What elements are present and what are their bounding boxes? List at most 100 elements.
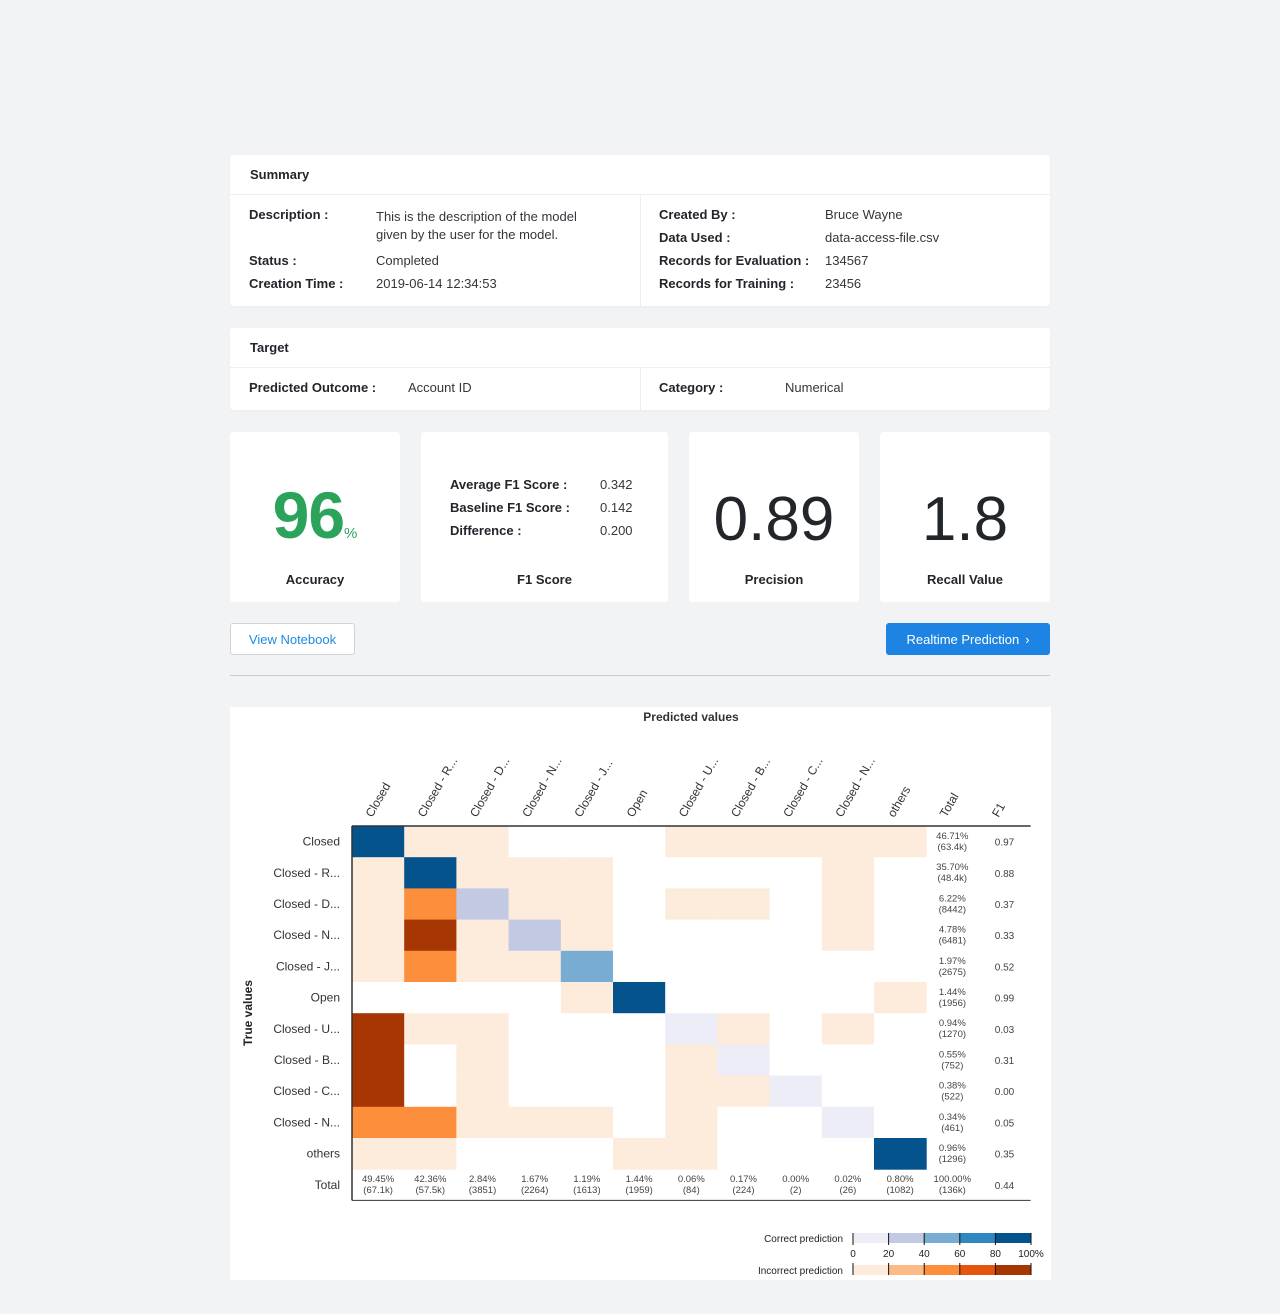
row-total-count: (2675) — [939, 967, 966, 978]
legend-tick-label: 40 — [919, 1249, 931, 1260]
matrix-cell — [508, 1075, 562, 1108]
matrix-cell — [821, 1138, 875, 1170]
legend-incorrect-label: Incorrect prediction — [758, 1266, 843, 1277]
creation-time-value: 2019-06-14 12:34:53 — [376, 276, 497, 291]
row-label: Closed - B... — [274, 1053, 340, 1067]
created-by-value: Bruce Wayne — [825, 207, 903, 222]
legend-tick-label: 60 — [954, 1249, 966, 1260]
f1-label: F1 Score — [517, 572, 572, 587]
status-value: Completed — [376, 253, 439, 268]
confusion-matrix-chart: Predicted values True values Closed Closed … — [241, 710, 1044, 1277]
matrix-cell — [717, 1075, 771, 1108]
matrix-cell — [717, 1044, 771, 1077]
data-used-value: data-access-file.csv — [825, 230, 940, 245]
legend-incorrect-swatch — [888, 1265, 925, 1275]
legend-correct-swatch — [959, 1233, 996, 1243]
f1-value: 0.31 — [995, 1056, 1015, 1067]
column-total-percent: 42.36% — [414, 1174, 447, 1185]
matrix-cell — [456, 1044, 510, 1077]
matrix-cell — [665, 1013, 718, 1045]
description-row: Description : This is the description of… — [249, 206, 629, 246]
column-total-count: (224) — [732, 1185, 754, 1196]
matrix-cell — [404, 1138, 457, 1170]
y-axis-label: True values — [241, 980, 255, 1046]
status-row: Status : Completed — [249, 252, 629, 270]
category-label: Category : — [659, 380, 724, 395]
matrix-cell — [352, 1106, 405, 1139]
column-total-count: (1959) — [625, 1185, 652, 1196]
column-header: Closed - C... — [780, 755, 825, 820]
column-header: Closed — [363, 780, 394, 819]
row-total-count: (63.4k) — [938, 842, 968, 853]
accuracy-label: Accuracy — [285, 572, 345, 587]
realtime-prediction-label: Realtime Prediction — [906, 631, 1020, 647]
matrix-cell — [560, 1075, 614, 1108]
matrix-cell — [613, 857, 666, 889]
accuracy-unit: % — [344, 525, 358, 542]
matrix-cell — [560, 1013, 614, 1045]
records-train-row: Records for Training : 23456 — [659, 275, 1039, 293]
matrix-cell — [717, 1106, 771, 1139]
matrix-cell — [717, 857, 771, 889]
matrix-cell — [560, 982, 614, 1014]
matrix-cell — [613, 982, 666, 1014]
view-notebook-button[interactable]: View Notebook — [230, 623, 355, 655]
matrix-cell — [769, 888, 823, 921]
column-total-percent: 1.19% — [573, 1174, 600, 1185]
matrix-cell — [560, 1106, 614, 1139]
matrix-cell — [769, 919, 823, 952]
row-label: Closed — [303, 835, 340, 849]
legend-incorrect-swatch — [959, 1265, 996, 1275]
matrix-cell — [717, 982, 771, 1014]
description-label: Description : — [249, 207, 329, 222]
matrix-cell — [352, 1013, 405, 1045]
matrix-cell — [613, 950, 666, 983]
matrix-cell — [821, 1075, 875, 1108]
creation-time-label: Creation Time : — [249, 276, 344, 291]
status-label: Status : — [249, 253, 297, 268]
f1-value: 0.35 — [995, 1150, 1015, 1161]
column-total-percent: 49.45% — [362, 1174, 395, 1185]
matrix-cell — [665, 1075, 718, 1108]
matrix-cell — [404, 919, 457, 952]
row-total-count: (522) — [941, 1092, 963, 1103]
matrix-cell — [560, 857, 614, 889]
f1-value: 0.52 — [995, 962, 1015, 973]
row-label: Closed - N... — [273, 1115, 340, 1129]
records-train-label: Records for Training : — [659, 276, 795, 291]
row-label: Closed - C... — [273, 1084, 340, 1098]
matrix-cell — [874, 1044, 927, 1077]
matrix-cell — [508, 826, 562, 858]
realtime-prediction-button[interactable]: Realtime Prediction › — [886, 623, 1050, 655]
matrix-cell — [613, 1138, 666, 1170]
legend-correct-swatch — [888, 1233, 925, 1243]
summary-card: Summary Description : This is the descri… — [230, 155, 1050, 306]
matrix-cell — [769, 826, 823, 858]
matrix-cell — [769, 982, 823, 1014]
matrix-cell — [665, 982, 718, 1014]
matrix-cell — [665, 857, 718, 889]
column-header: Closed - N... — [519, 755, 564, 820]
legend-correct-swatch — [924, 1233, 960, 1243]
matrix-cell — [560, 919, 614, 952]
row-total-percent: 6.22% — [939, 893, 966, 904]
matrix-cell — [560, 1044, 614, 1077]
matrix-cell — [613, 1106, 666, 1139]
matrix-cell — [665, 1044, 718, 1077]
row-total-percent: 0.96% — [939, 1143, 966, 1154]
row-total-percent: 0.94% — [939, 1018, 966, 1029]
column-total-count: (84) — [683, 1185, 700, 1196]
matrix-cell — [769, 950, 823, 983]
row-label: Closed - J... — [276, 959, 340, 973]
column-total-count: (3851) — [469, 1185, 496, 1196]
matrix-cell — [665, 826, 718, 858]
f1-value: 0.03 — [995, 1025, 1015, 1036]
matrix-cell — [352, 1044, 405, 1077]
matrix-cell — [456, 982, 510, 1014]
matrix-cell — [874, 1013, 927, 1045]
row-label: Total — [315, 1178, 340, 1192]
legend-correct-swatch — [853, 1233, 889, 1243]
row-total-percent: 4.78% — [939, 925, 966, 936]
matrix-cell — [456, 1075, 510, 1108]
view-notebook-label: View Notebook — [248, 631, 337, 647]
